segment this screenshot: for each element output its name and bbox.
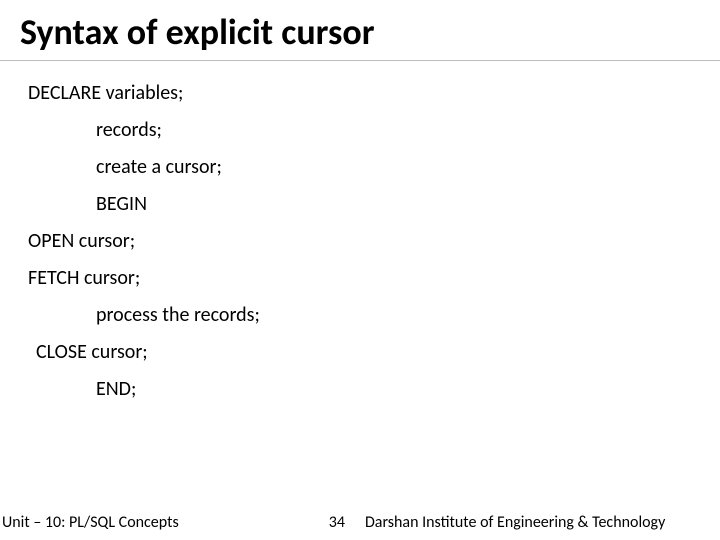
code-line: create a cursor; <box>28 149 720 186</box>
code-line: OPEN cursor; <box>28 223 720 260</box>
slide-body: DECLARE variables; records; create a cur… <box>0 61 720 408</box>
code-line: CLOSE cursor; <box>28 334 720 371</box>
footer-page-number: 34 <box>329 513 345 532</box>
code-line: DECLARE variables; <box>28 75 720 112</box>
code-line: BEGIN <box>28 186 720 223</box>
footer-org: Darshan Institute of Engineering & Techn… <box>365 513 665 532</box>
code-line: END; <box>28 371 720 408</box>
code-line: FETCH cursor; <box>28 260 720 297</box>
code-line: records; <box>28 112 720 149</box>
slide-footer: Unit – 10: PL/SQL Concepts 34 Darshan In… <box>0 513 720 532</box>
code-line: process the records; <box>28 297 720 334</box>
slide-title: Syntax of explicit cursor <box>0 0 720 61</box>
footer-unit: Unit – 10: PL/SQL Concepts <box>2 513 179 532</box>
slide: Syntax of explicit cursor DECLARE variab… <box>0 0 720 540</box>
